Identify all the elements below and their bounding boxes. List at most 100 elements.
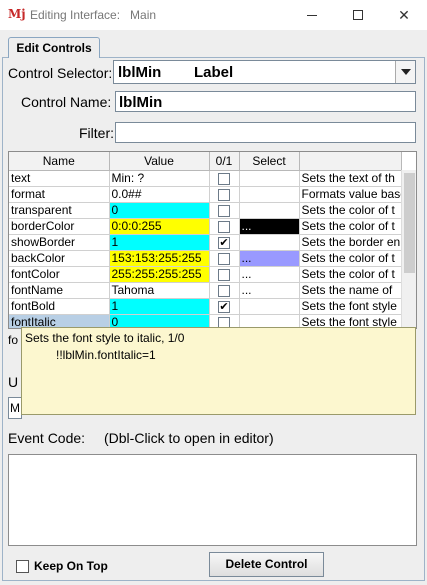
properties-table: Name Value 0/1 Select text Min: ? Sets the… bbox=[8, 151, 417, 329]
property-value-cell[interactable]: 0 bbox=[109, 202, 210, 219]
property-value-cell[interactable]: 0:0:0:255 bbox=[109, 218, 210, 235]
property-select-cell[interactable] bbox=[239, 202, 300, 219]
chevron-down-icon bbox=[400, 69, 411, 75]
table-row[interactable]: borderColor 0:0:0:255... Sets the color of… bbox=[9, 218, 402, 235]
property-name-cell[interactable]: backColor bbox=[9, 250, 110, 267]
property-toggle-cell[interactable] bbox=[209, 266, 240, 283]
property-name-cell[interactable]: fontColor bbox=[9, 266, 110, 283]
table-row[interactable]: showBorder 1 ✔ Sets the border en bbox=[9, 234, 402, 251]
minimize-icon bbox=[307, 14, 317, 16]
property-toggle-cell[interactable]: ✔ bbox=[209, 234, 240, 251]
event-code-hint: (Dbl-Click to open in editor) bbox=[104, 430, 274, 446]
scrollbar-thumb[interactable] bbox=[404, 173, 415, 273]
control-selector-label: Control Selector: bbox=[8, 65, 113, 81]
property-description-cell[interactable]: Sets the color of t bbox=[299, 266, 402, 283]
property-select-cell[interactable]: ... bbox=[239, 282, 300, 299]
property-name-cell[interactable]: transparent bbox=[9, 202, 110, 219]
table-scrollbar[interactable] bbox=[401, 170, 416, 328]
close-button[interactable]: ✕ bbox=[381, 0, 427, 30]
property-name-cell[interactable]: borderColor bbox=[9, 218, 110, 235]
property-description-cell[interactable]: Sets the text of th bbox=[299, 170, 402, 187]
property-value-cell[interactable]: 255:255:255:255 bbox=[109, 266, 210, 283]
table-row[interactable]: fontName Tahoma... Sets the name of bbox=[9, 282, 402, 299]
column-header-select[interactable]: Select bbox=[239, 152, 300, 171]
dropdown-arrow-button[interactable] bbox=[395, 61, 415, 83]
window-title: Editing Interface: Main bbox=[30, 8, 157, 22]
property-checkbox[interactable]: ✔ bbox=[218, 236, 230, 249]
property-select-cell[interactable] bbox=[239, 186, 300, 203]
property-value-cell[interactable]: Min: ? bbox=[109, 170, 210, 187]
delete-control-button[interactable]: Delete Control bbox=[209, 552, 324, 577]
table-row[interactable]: fontBold 1 ✔ Sets the font style bbox=[9, 298, 402, 315]
property-description-cell[interactable]: Sets the border en bbox=[299, 234, 402, 251]
property-toggle-cell[interactable] bbox=[209, 186, 240, 203]
property-value-cell[interactable]: 1 bbox=[109, 234, 210, 251]
property-toggle-cell[interactable] bbox=[209, 250, 240, 267]
table-row[interactable]: backColor 153:153:255:255... Sets the colo… bbox=[9, 250, 402, 267]
control-selector-dropdown[interactable]: lblMin Label bbox=[113, 60, 416, 84]
property-description-cell[interactable]: Sets the font style bbox=[299, 298, 402, 315]
tab-edit-controls[interactable]: Edit Controls bbox=[8, 37, 100, 58]
selected-control-type: Label bbox=[194, 64, 234, 81]
table-row[interactable]: text Min: ? Sets the text of th bbox=[9, 170, 402, 187]
close-icon: ✕ bbox=[398, 6, 410, 23]
property-description-cell[interactable]: Sets the color of t bbox=[299, 218, 402, 235]
hidden-field-m[interactable]: M bbox=[8, 397, 22, 419]
keep-on-top-label: Keep On Top bbox=[34, 559, 108, 573]
property-toggle-cell[interactable] bbox=[209, 218, 240, 235]
property-toggle-cell[interactable] bbox=[209, 170, 240, 187]
column-header-value[interactable]: Value bbox=[109, 152, 210, 171]
property-checkbox[interactable] bbox=[218, 172, 230, 185]
property-select-cell[interactable] bbox=[239, 234, 300, 251]
column-header-description[interactable] bbox=[299, 152, 402, 171]
property-toggle-cell[interactable] bbox=[209, 282, 240, 299]
property-value-cell[interactable]: 0.0## bbox=[109, 186, 210, 203]
maximize-button[interactable] bbox=[335, 0, 381, 30]
property-name-cell[interactable]: text bbox=[9, 170, 110, 187]
app-logo-icon: Mj bbox=[8, 7, 26, 21]
property-select-cell[interactable]: ... bbox=[239, 266, 300, 283]
column-header-name[interactable]: Name bbox=[9, 152, 110, 171]
property-select-cell[interactable] bbox=[239, 170, 300, 187]
property-name-cell[interactable]: fontName bbox=[9, 282, 110, 299]
property-checkbox[interactable] bbox=[218, 252, 230, 265]
property-value-cell[interactable]: Tahoma bbox=[109, 282, 210, 299]
selected-control-name: lblMin bbox=[118, 64, 162, 81]
property-description-cell[interactable]: Sets the name of bbox=[299, 282, 402, 299]
property-checkbox[interactable] bbox=[218, 268, 230, 281]
property-value-cell[interactable]: 1 bbox=[109, 298, 210, 315]
property-toggle-cell[interactable] bbox=[209, 202, 240, 219]
event-code-label: Event Code: bbox=[8, 430, 86, 446]
table-row[interactable]: format 0.0## Formats value base bbox=[9, 186, 402, 203]
column-header-toggle[interactable]: 0/1 bbox=[209, 152, 240, 171]
property-name-cell[interactable]: format bbox=[9, 186, 110, 203]
property-checkbox[interactable] bbox=[218, 188, 230, 201]
filter-input[interactable] bbox=[115, 122, 416, 143]
maximize-icon bbox=[353, 10, 363, 20]
event-code-textarea[interactable] bbox=[8, 454, 417, 546]
table-row[interactable]: fontColor 255:255:255:255... Sets the colo… bbox=[9, 266, 402, 283]
property-checkbox[interactable] bbox=[218, 220, 230, 233]
property-select-cell[interactable] bbox=[239, 298, 300, 315]
property-description-cell[interactable]: Sets the color of t bbox=[299, 202, 402, 219]
table-row[interactable]: transparent 0 Sets the color of t bbox=[9, 202, 402, 219]
property-checkbox[interactable] bbox=[218, 284, 230, 297]
title-bar: Mj Editing Interface: Main ✕ bbox=[0, 0, 427, 30]
control-name-label: Control Name: bbox=[21, 94, 112, 110]
property-name-cell[interactable]: showBorder bbox=[9, 234, 110, 251]
property-checkbox[interactable]: ✔ bbox=[218, 300, 230, 313]
property-name-cell[interactable]: fontBold bbox=[9, 298, 110, 315]
property-description-cell[interactable]: Formats value base bbox=[299, 186, 402, 203]
checkbox-box[interactable] bbox=[16, 559, 29, 573]
control-name-value: lblMin bbox=[119, 94, 163, 111]
property-checkbox[interactable] bbox=[218, 204, 230, 217]
property-toggle-cell[interactable]: ✔ bbox=[209, 298, 240, 315]
minimize-button[interactable] bbox=[289, 0, 335, 30]
property-select-cell[interactable]: ... bbox=[239, 218, 300, 235]
control-name-input[interactable]: lblMin bbox=[115, 91, 416, 112]
property-select-cell[interactable]: ... bbox=[239, 250, 300, 267]
property-description-cell[interactable]: Sets the color of t bbox=[299, 250, 402, 267]
keep-on-top-checkbox[interactable]: Keep On Top bbox=[16, 559, 108, 573]
property-value-cell[interactable]: 153:153:255:255 bbox=[109, 250, 210, 267]
property-tooltip: Sets the font style to italic, 1/0 !!lbl… bbox=[21, 327, 416, 415]
